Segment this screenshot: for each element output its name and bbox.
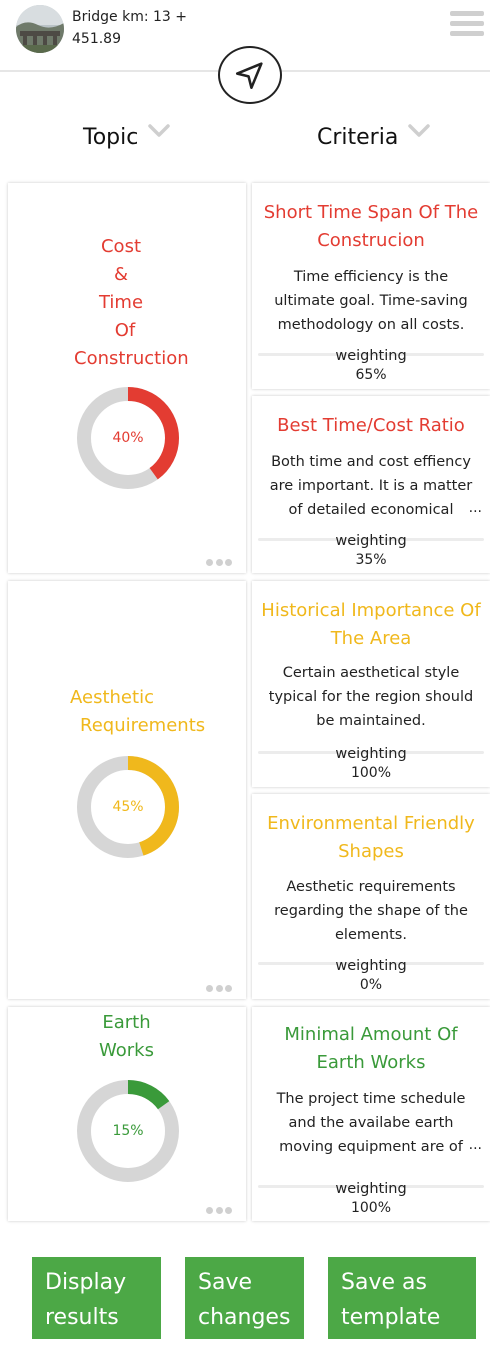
weighting-label: weighting (335, 348, 407, 364)
topic-percent: 40% (112, 430, 144, 446)
topic-card-aesthetic[interactable]: Aesthetic Requirements 45% (8, 581, 246, 999)
criterion-title: Environmental Friendly Shapes (267, 813, 475, 862)
criterion-card[interactable]: Historical Importance Of The Area Certai… (252, 581, 490, 787)
truncation-ellipsis: ... (468, 1137, 482, 1153)
criterion-title: Minimal Amount Of Earth Works (284, 1024, 458, 1073)
weighting-label: weighting (335, 746, 407, 762)
topic-title: Cost & Time Of Construction (74, 236, 189, 369)
criterion-title: Short Time Span Of The Construcion (263, 202, 479, 251)
save-changes-button[interactable]: Save changes (185, 1257, 304, 1339)
display-results-button[interactable]: Display results (32, 1257, 161, 1339)
criterion-card[interactable]: Minimal Amount Of Earth Works The projec… (252, 1007, 490, 1221)
weighting-value: 100% (350, 765, 392, 781)
criterion-card[interactable]: Short Time Span Of The Construcion Time … (252, 183, 490, 389)
chevron-down-icon (148, 123, 171, 137)
criterion-description: Aesthetic requirements regarding the sha… (274, 879, 468, 943)
criterion-title: Best Time/Cost Ratio (277, 415, 465, 436)
weighting-label: weighting (335, 1181, 407, 1197)
criterion-description: The project time schedule and the availa… (276, 1091, 466, 1155)
hamburger-menu-icon[interactable] (450, 11, 484, 43)
topic-card-earth-works[interactable]: Earth Works 15% (8, 1007, 246, 1221)
navigate-button[interactable] (218, 46, 282, 104)
topic-heading: Topic (83, 125, 139, 150)
criterion-description: Both time and cost effiency are importan… (269, 454, 473, 518)
chevron-down-icon (408, 123, 431, 137)
more-options-icon[interactable] (206, 985, 232, 993)
more-options-icon[interactable] (206, 559, 232, 567)
topic-percent: 45% (112, 799, 144, 815)
bridge-photo-icon (16, 5, 64, 53)
criterion-description: Certain aesthetical style typical for th… (268, 665, 474, 729)
weighting-label: weighting (335, 533, 407, 549)
more-options-icon[interactable] (206, 1207, 232, 1215)
project-title: Bridge km: 13 + 451.89 (72, 9, 187, 47)
criterion-card[interactable]: Best Time/Cost Ratio Both time and cost … (252, 396, 490, 573)
truncation-ellipsis: ... (468, 500, 482, 516)
criterion-card[interactable]: Environmental Friendly Shapes Aesthetic … (252, 794, 490, 999)
weighting-value: 35% (355, 552, 387, 568)
avatar[interactable] (16, 5, 64, 53)
criterion-description: Time efficiency is the ultimate goal. Ti… (274, 269, 468, 333)
weighting-label: weighting (335, 958, 407, 974)
topic-title: Earth Works (99, 1012, 154, 1061)
topic-card-cost-time[interactable]: Cost & Time Of Construction 40% (8, 183, 246, 573)
weighting-value: 65% (355, 367, 387, 383)
criteria-column-header[interactable]: Criteria (317, 123, 431, 150)
topic-percent: 15% (112, 1123, 144, 1139)
topic-column-header[interactable]: Topic (83, 123, 171, 150)
topic-title: Aesthetic Requirements (70, 687, 206, 736)
navigation-arrow-icon (235, 62, 263, 90)
save-as-template-button[interactable]: Save as template (328, 1257, 476, 1339)
criterion-title: Historical Importance Of The Area (261, 600, 481, 649)
criteria-heading: Criteria (317, 125, 399, 150)
weighting-value: 100% (350, 1200, 392, 1216)
weighting-value: 0% (359, 977, 383, 993)
